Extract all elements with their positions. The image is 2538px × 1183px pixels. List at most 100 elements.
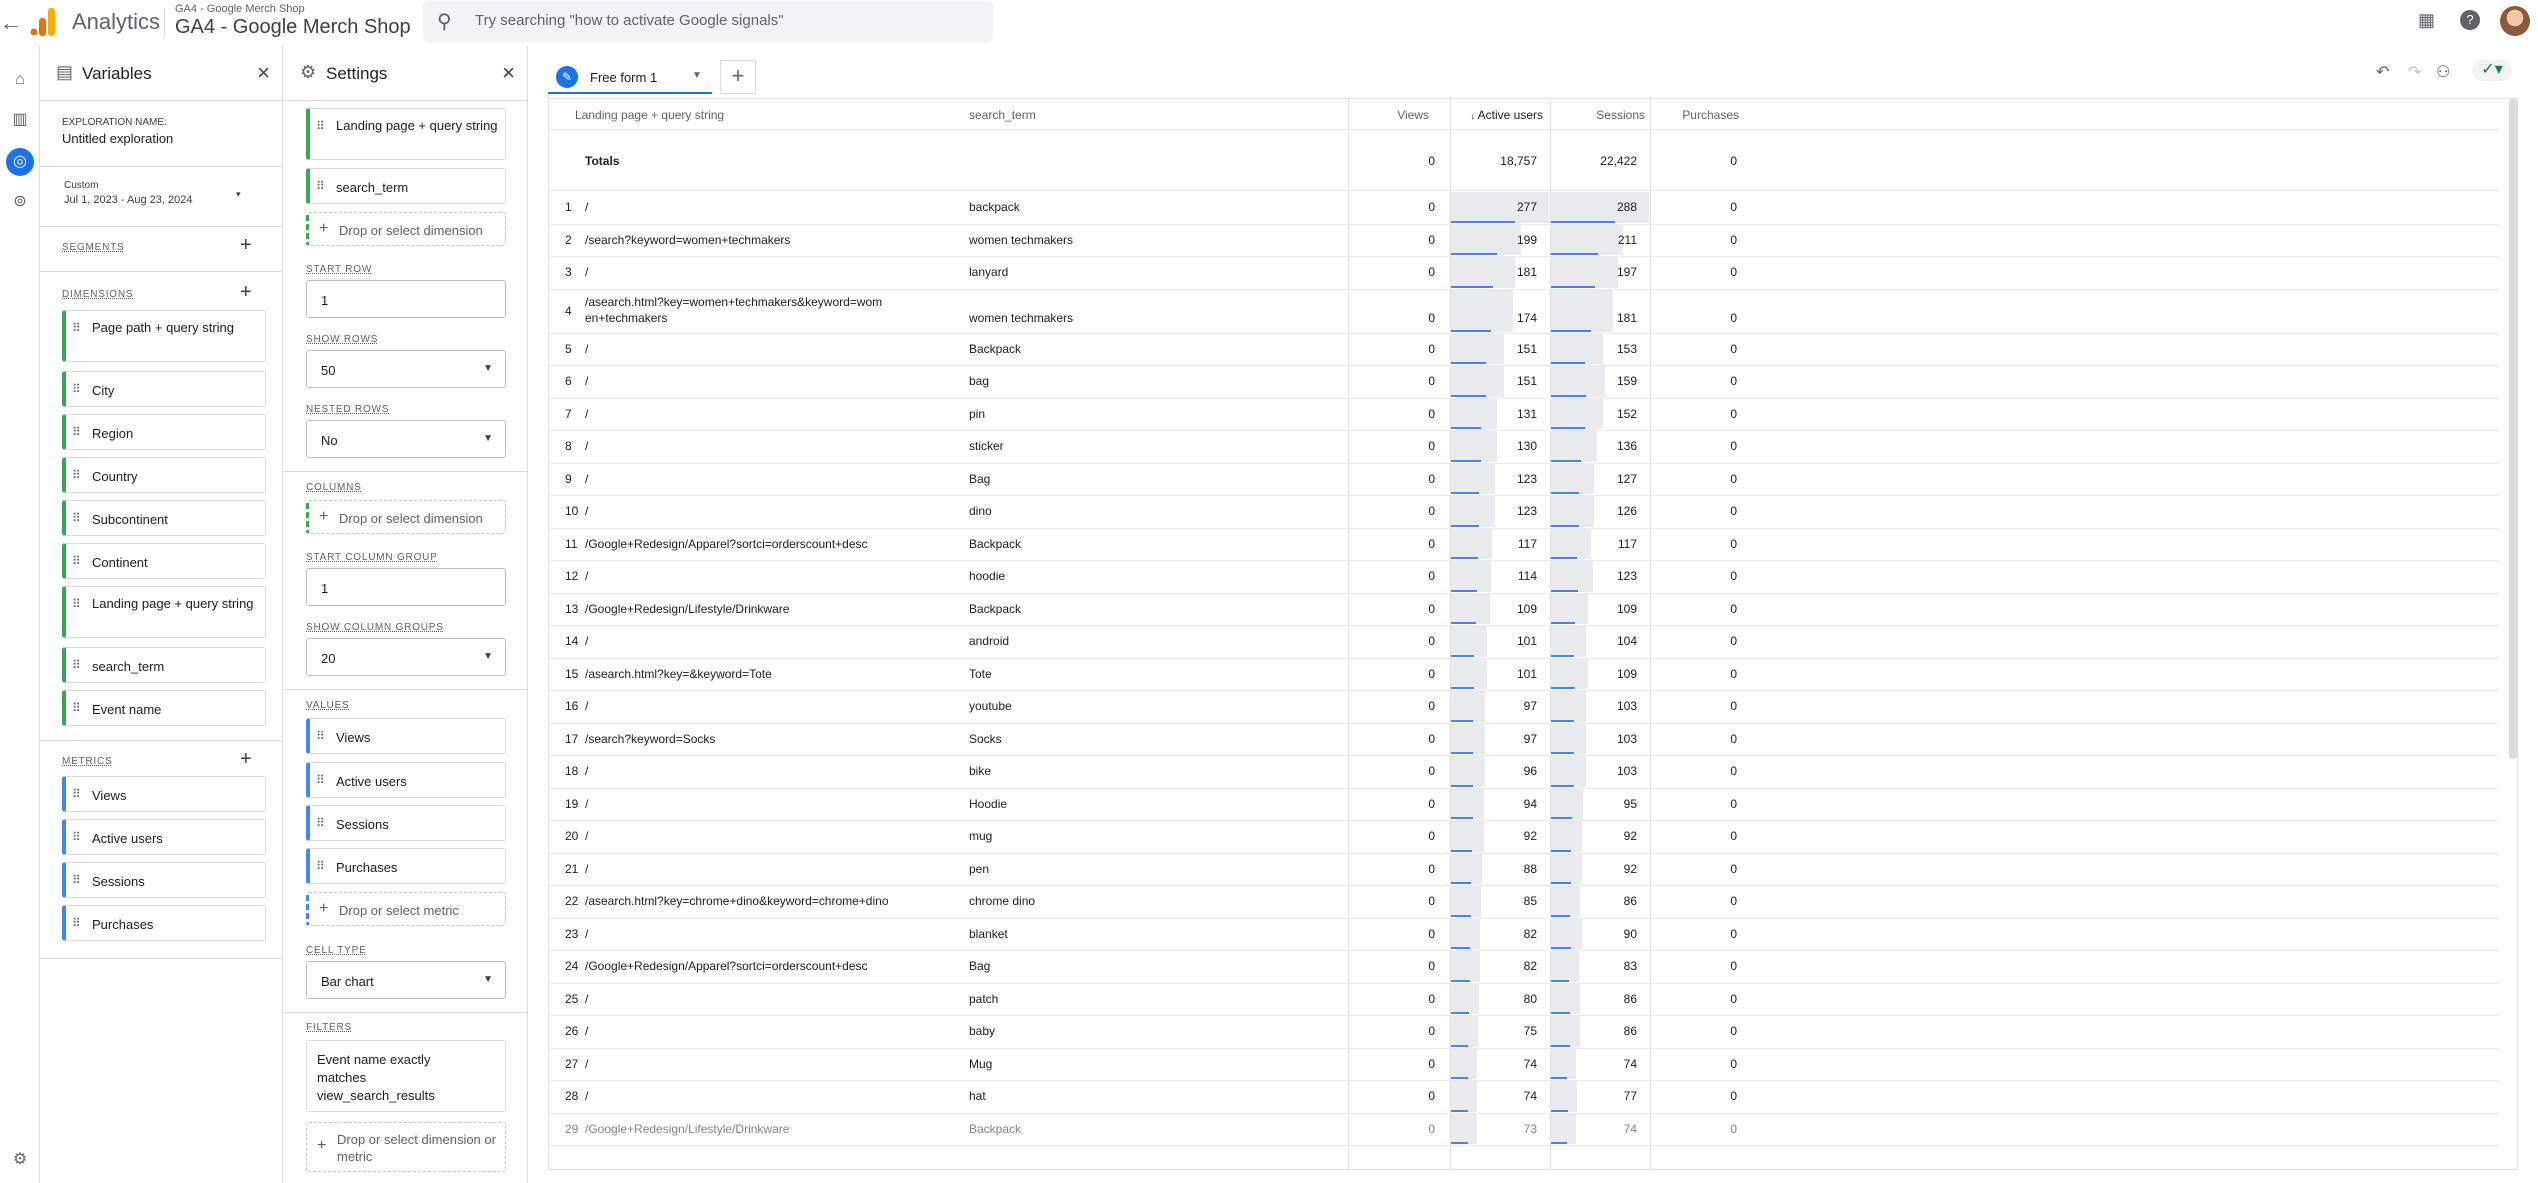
search-term-cell[interactable]: dino <box>969 504 992 518</box>
metric-chip[interactable]: ⠿ Views <box>62 776 266 812</box>
search-term-cell[interactable]: hoodie <box>969 569 1005 583</box>
close-icon[interactable]: × <box>257 60 270 86</box>
landing-page-cell[interactable]: /Google+Redesign/Apparel?sortci=ordersco… <box>585 959 868 973</box>
show-column-groups-select[interactable]: 20 ▼ <box>306 638 506 676</box>
landing-page-cell[interactable]: /Google+Redesign/Apparel?sortci=ordersco… <box>585 537 868 551</box>
dimension-chip[interactable]: ⠿ Subcontinent <box>62 500 266 536</box>
drag-handle-icon[interactable]: ⠿ <box>72 511 81 525</box>
search-term-cell[interactable]: Mug <box>969 1057 992 1071</box>
search-term-cell[interactable]: Bag <box>969 959 990 973</box>
search-term-cell[interactable]: lanyard <box>969 265 1008 279</box>
landing-page-cell[interactable]: en+techmakers <box>585 311 667 325</box>
landing-page-cell[interactable]: / <box>585 407 588 421</box>
add-dimension-icon[interactable]: + <box>240 281 252 304</box>
start-row-input[interactable]: 1 <box>306 280 506 318</box>
add-segment-icon[interactable]: + <box>240 234 252 257</box>
scrollbar[interactable] <box>2509 99 2517 759</box>
landing-page-cell[interactable]: / <box>585 569 588 583</box>
explore-icon[interactable]: ◎ <box>6 148 34 176</box>
landing-page-cell[interactable]: /asearch.html?key=chrome+dino&keyword=ch… <box>585 894 889 908</box>
add-tab-button[interactable]: + <box>720 60 756 94</box>
undo-icon[interactable]: ↶ <box>2376 62 2389 82</box>
landing-page-cell[interactable]: / <box>585 1057 588 1071</box>
search-term-cell[interactable]: pin <box>969 407 985 421</box>
drag-handle-icon[interactable]: ⠿ <box>316 859 325 873</box>
landing-page-cell[interactable]: / <box>585 829 588 843</box>
search-term-cell[interactable]: sticker <box>969 439 1004 453</box>
col-header-search-term[interactable]: search_term <box>969 108 1036 122</box>
search-term-cell[interactable]: Tote <box>969 667 992 681</box>
drop-metric[interactable]: + Drop or select metric <box>306 892 506 926</box>
value-metric-chip[interactable]: ⠿ Purchases <box>306 848 506 884</box>
search-term-cell[interactable]: baby <box>969 1024 995 1038</box>
show-rows-select[interactable]: 50 ▼ <box>306 350 506 388</box>
landing-page-cell[interactable]: / <box>585 764 588 778</box>
landing-page-cell[interactable]: / <box>585 200 588 214</box>
row-dimension-chip[interactable]: ⠿ Landing page + query string <box>306 108 506 160</box>
value-metric-chip[interactable]: ⠿ Views <box>306 718 506 754</box>
landing-page-cell[interactable]: / <box>585 1024 588 1038</box>
search-term-cell[interactable]: Backpack <box>969 537 1021 551</box>
cell-type-select[interactable]: Bar chart ▼ <box>306 961 506 999</box>
landing-page-cell[interactable]: / <box>585 504 588 518</box>
metric-chip[interactable]: ⠿ Sessions <box>62 862 266 898</box>
search-term-cell[interactable]: Hoodie <box>969 797 1007 811</box>
close-icon[interactable]: × <box>502 60 515 86</box>
property-selector[interactable]: GA4 - Google Merch Shop <box>175 16 411 39</box>
search-term-cell[interactable]: patch <box>969 992 998 1006</box>
search-term-cell[interactable]: mug <box>969 829 992 843</box>
drop-dimension-rows[interactable]: + Drop or select dimension <box>306 212 506 246</box>
metric-chip[interactable]: ⠿ Active users <box>62 819 266 855</box>
landing-page-cell[interactable]: / <box>585 1089 588 1103</box>
col-header-landing[interactable]: Landing page + query string <box>575 108 724 122</box>
search-term-cell[interactable]: pen <box>969 862 989 876</box>
landing-page-cell[interactable]: / <box>585 265 588 279</box>
back-arrow-icon[interactable]: ← <box>0 10 22 36</box>
landing-page-cell[interactable]: / <box>585 797 588 811</box>
landing-page-cell[interactable]: / <box>585 439 588 453</box>
search-term-cell[interactable]: Backpack <box>969 342 1021 356</box>
drag-handle-icon[interactable]: ⠿ <box>72 787 81 801</box>
landing-page-cell[interactable]: /Google+Redesign/Lifestyle/Drinkware <box>585 602 789 616</box>
dimension-chip[interactable]: ⠿ Page path + query string <box>62 310 266 362</box>
apps-grid-icon[interactable]: ▦ <box>2418 10 2435 31</box>
admin-gear-icon[interactable]: ⚙ <box>6 1146 34 1174</box>
redo-icon[interactable]: ↷ <box>2408 62 2421 82</box>
exploration-name-input[interactable]: Untitled exploration <box>62 131 173 146</box>
col-header-views[interactable]: Views <box>1309 108 1429 122</box>
drag-handle-icon[interactable]: ⠿ <box>316 773 325 787</box>
dimension-chip[interactable]: ⠿ Continent <box>62 543 266 579</box>
drag-handle-icon[interactable]: ⠿ <box>72 658 81 672</box>
help-icon[interactable]: ? <box>2460 10 2480 30</box>
drag-handle-icon[interactable]: ⠿ <box>72 382 81 396</box>
search-term-cell[interactable]: Socks <box>969 732 1002 746</box>
landing-page-cell[interactable]: / <box>585 862 588 876</box>
search-term-cell[interactable]: Backpack <box>969 1122 1021 1136</box>
dimension-chip[interactable]: ⠿ Landing page + query string <box>62 586 266 638</box>
search-term-cell[interactable]: chrome dino <box>969 894 1035 908</box>
drag-handle-icon[interactable]: ⠿ <box>72 873 81 887</box>
add-metric-icon[interactable]: + <box>240 748 252 771</box>
landing-page-cell[interactable]: / <box>585 342 588 356</box>
drag-handle-icon[interactable]: ⠿ <box>316 729 325 743</box>
avatar[interactable] <box>2500 6 2530 36</box>
landing-page-cell[interactable]: /asearch.html?key=&keyword=Tote <box>585 667 772 681</box>
drag-handle-icon[interactable]: ⠿ <box>72 597 81 611</box>
filter-chip[interactable]: Event name exactly matches view_search_r… <box>306 1040 506 1112</box>
share-icon[interactable]: ⚇ <box>2436 62 2450 82</box>
value-metric-chip[interactable]: ⠿ Sessions <box>306 805 506 841</box>
drop-dimension-columns[interactable]: + Drop or select dimension <box>306 500 506 534</box>
landing-page-cell[interactable]: / <box>585 634 588 648</box>
landing-page-cell[interactable]: / <box>585 992 588 1006</box>
landing-page-cell[interactable]: / <box>585 927 588 941</box>
value-metric-chip[interactable]: ⠿ Active users <box>306 762 506 798</box>
drop-filter[interactable]: + Drop or select dimension or metric <box>306 1122 506 1172</box>
search-term-cell[interactable]: women techmakers <box>969 311 1073 325</box>
search-placeholder[interactable]: Try searching "how to activate Google si… <box>475 12 784 29</box>
landing-page-cell[interactable]: /Google+Redesign/Lifestyle/Drinkware <box>585 1122 789 1136</box>
search-bar[interactable]: ⚲ Try searching "how to activate Google … <box>423 1 993 42</box>
search-term-cell[interactable]: android <box>969 634 1009 648</box>
account-name[interactable]: GA4 - Google Merch Shop <box>175 3 305 15</box>
landing-page-cell[interactable]: / <box>585 374 588 388</box>
search-term-cell[interactable]: Backpack <box>969 602 1021 616</box>
